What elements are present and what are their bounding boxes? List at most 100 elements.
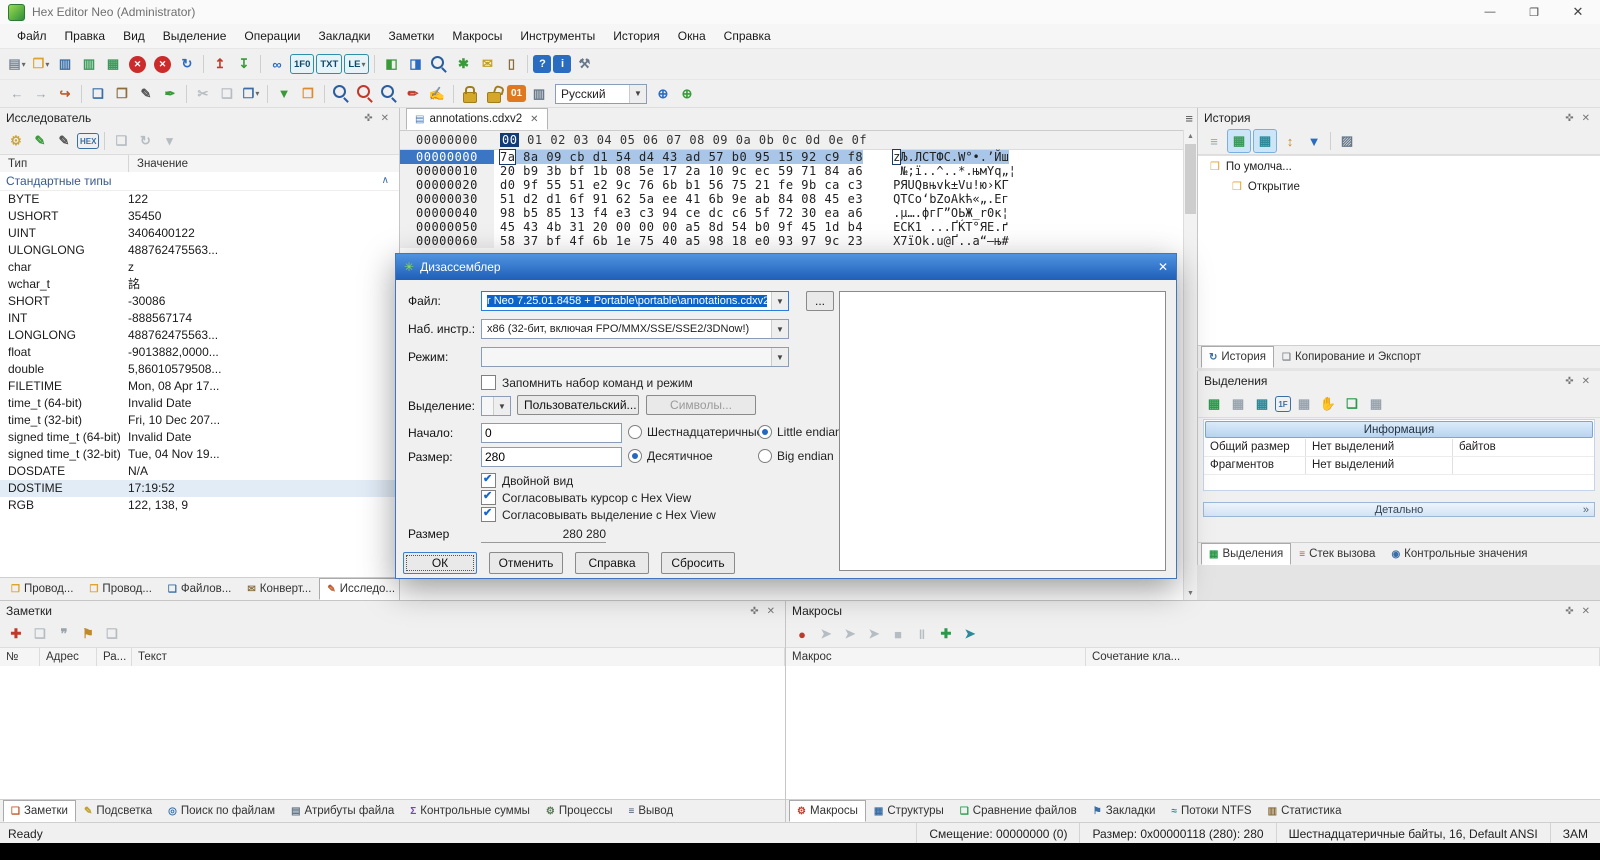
io-columns-icon[interactable]: ▯ [500,53,522,75]
radio-little-endian[interactable]: Little endian [758,425,842,439]
find-next-icon[interactable] [378,83,400,105]
annotate-icon[interactable]: ✏ [402,83,424,105]
edit-document-icon[interactable]: ✍ [426,83,448,105]
remove-note-icon[interactable]: ❏ [29,623,51,645]
symbols-button[interactable]: Символы... [646,395,756,415]
paste-special-icon[interactable]: ❐ [240,83,262,105]
reload-icon[interactable]: ↻ [176,53,198,75]
fill-icon[interactable]: ✒ [159,83,181,105]
explorer-row[interactable]: SHORT -30086 [0,293,399,310]
flag-note-icon[interactable]: ⚑ [77,623,99,645]
column-header[interactable]: Макрос [786,648,1086,666]
sort-history-icon[interactable]: ↕ [1279,130,1301,152]
comments-icon[interactable]: ❞ [53,623,75,645]
add-note-icon[interactable]: ✚ [5,623,27,645]
open-file-icon[interactable]: ❒ [30,53,52,75]
operations-icon[interactable]: ✱ [452,53,474,75]
hex-offset[interactable]: 00000000 [400,150,494,164]
selections-tab[interactable]: ≡ Стек вызова [1291,543,1383,565]
history-tab[interactable]: ❏ Копирование и Экспорт [1274,346,1429,368]
view-menu-icon[interactable]: ≡ [1185,111,1193,126]
notes-tab[interactable]: ⚙ Процессы [538,800,621,822]
radio-hexadecimal[interactable]: Шестнадцатеричные [628,425,763,439]
scroll-up-icon[interactable]: ▲ [1184,130,1197,143]
close-all-icon[interactable]: ✕ [154,55,171,73]
play-macro-icon[interactable]: ➤ [959,623,981,645]
radio-decimal[interactable]: Десятичное [628,449,713,463]
hex-row[interactable]: 00000050 45 43 4b 31 20 00 00 00 a5 8d 5… [400,220,1197,234]
close-button[interactable]: ✕ [1556,0,1600,24]
hex-row[interactable]: 00000040 98 b5 85 13 f4 e3 c3 94 ce dc c… [400,206,1197,220]
hex-row[interactable]: 00000000 7a 8a 09 cb d1 54 d4 43 ad 57 b… [400,149,1197,165]
sync-selection-checkbox[interactable]: Согласовывать выделение с Hex View [481,506,716,522]
pattern-select-icon[interactable]: ◧ [380,53,402,75]
hex-offset[interactable]: 00000030 [400,192,494,206]
pin-icon[interactable]: ✜ [360,113,376,124]
close-icon[interactable]: ✕ [1578,606,1594,617]
info-icon[interactable]: i [553,55,572,73]
explorer-row[interactable]: USHORT 35450 [0,208,399,225]
scrollbar-thumb[interactable] [1185,144,1196,214]
nav-forward-icon[interactable]: → [30,83,52,105]
selections-tab[interactable]: ◉ Контрольные значения [1383,543,1535,565]
write-value-icon[interactable]: ✎ [53,130,75,152]
add-selection-icon[interactable]: ▦ [1203,393,1225,415]
explorer-row[interactable]: char z [0,259,399,276]
hex-offset[interactable]: 00000050 [400,220,494,234]
zoom-in-icon[interactable] [330,83,352,105]
text-pane-toggle[interactable]: TXT [316,54,343,74]
edit-pencil-icon[interactable]: ✎ [135,83,157,105]
type-config-icon[interactable]: ⚙ [5,130,27,152]
macros-list[interactable] [786,666,1600,800]
hand-tool-icon[interactable]: ✋ [1317,393,1339,415]
filter-history-icon[interactable]: ▼ [1303,130,1325,152]
history-options-icon[interactable]: ▨ [1336,130,1358,152]
radio-icon[interactable] [628,425,642,439]
hex-bytes[interactable]: 20 b9 3b bf 1b 08 5e 17 2a 10 9c ec 59 7… [500,164,863,178]
column-header[interactable]: № [0,648,40,666]
macros-tab[interactable]: ▦ Структуры [866,800,952,822]
paste-icon[interactable]: ❐ [111,83,133,105]
radio-icon[interactable] [758,425,772,439]
notes-tab[interactable]: ✎ Подсветка [76,800,160,822]
run-macro-icon[interactable]: ➤ [863,623,885,645]
menu-item[interactable]: Вид [114,24,154,48]
explorer-row[interactable]: time_t (32-bit) Fri, 10 Dec 207... [0,412,399,429]
mode-combobox[interactable]: ▼ [481,347,789,367]
explorer-row[interactable]: UINT 3406400122 [0,225,399,242]
close-file-icon[interactable]: ✕ [129,55,146,73]
binary-display-icon[interactable]: 01 [507,85,526,102]
hex-text[interactable]: X 7їOk.u@Ґ..а“—њ# [893,234,1009,248]
columns-layout-icon[interactable]: ▥ [528,83,550,105]
hex-row[interactable]: 00000010 20 b9 3b bf 1b 08 5e 17 2a 10 9… [400,164,1197,178]
clear-history-icon[interactable]: ≡ [1203,130,1225,152]
hex-text[interactable]: №;ї..^..*.њмYq„¦ [893,164,1016,178]
ok-button[interactable]: ОК [403,552,477,574]
explorer-tab[interactable]: ✉ Конверт... [239,578,319,600]
type-group-header[interactable]: Стандартные типы ∧ [0,172,399,191]
explorer-options-icon[interactable]: ▾ [158,130,180,152]
macros-tab[interactable]: ≈ Потоки NTFS [1163,800,1259,822]
selection-combobox[interactable]: ▼ [481,396,511,416]
menu-item[interactable]: Заметки [379,24,443,48]
notes-tab[interactable]: ≡ Вывод [621,800,682,822]
checkbox-icon[interactable] [481,506,496,522]
scroll-down-icon[interactable]: ▼ [1184,587,1197,600]
lock-icon[interactable] [459,83,481,105]
menu-item[interactable]: Операции [235,24,309,48]
hex-bytes[interactable]: 98 b5 85 13 f4 e3 c3 94 ce dc c6 5f 72 3… [500,206,863,220]
hex-col-00[interactable]: 00 [500,133,520,147]
close-icon[interactable]: ✕ [1578,113,1594,124]
record-macro-icon[interactable]: ● [791,623,813,645]
copy-icon[interactable]: ❏ [87,83,109,105]
menu-item[interactable]: Справка [715,24,780,48]
hex-row[interactable]: 00000020 d0 9f 55 51 e2 9c 76 6b b1 56 7… [400,178,1197,192]
double-view-checkbox[interactable]: Двойной вид [481,472,573,488]
help-button[interactable]: Справка [575,552,649,574]
disassembly-listbox[interactable] [839,291,1166,571]
macros-tab[interactable]: ▥ Статистика [1260,800,1350,822]
structures-box-icon[interactable]: ❒ [297,83,319,105]
history-root-node[interactable]: ❒ По умолча... [1198,156,1600,176]
encoding-globe-icon[interactable]: ⊕ [652,83,674,105]
export-notes-icon[interactable]: ❏ [101,623,123,645]
